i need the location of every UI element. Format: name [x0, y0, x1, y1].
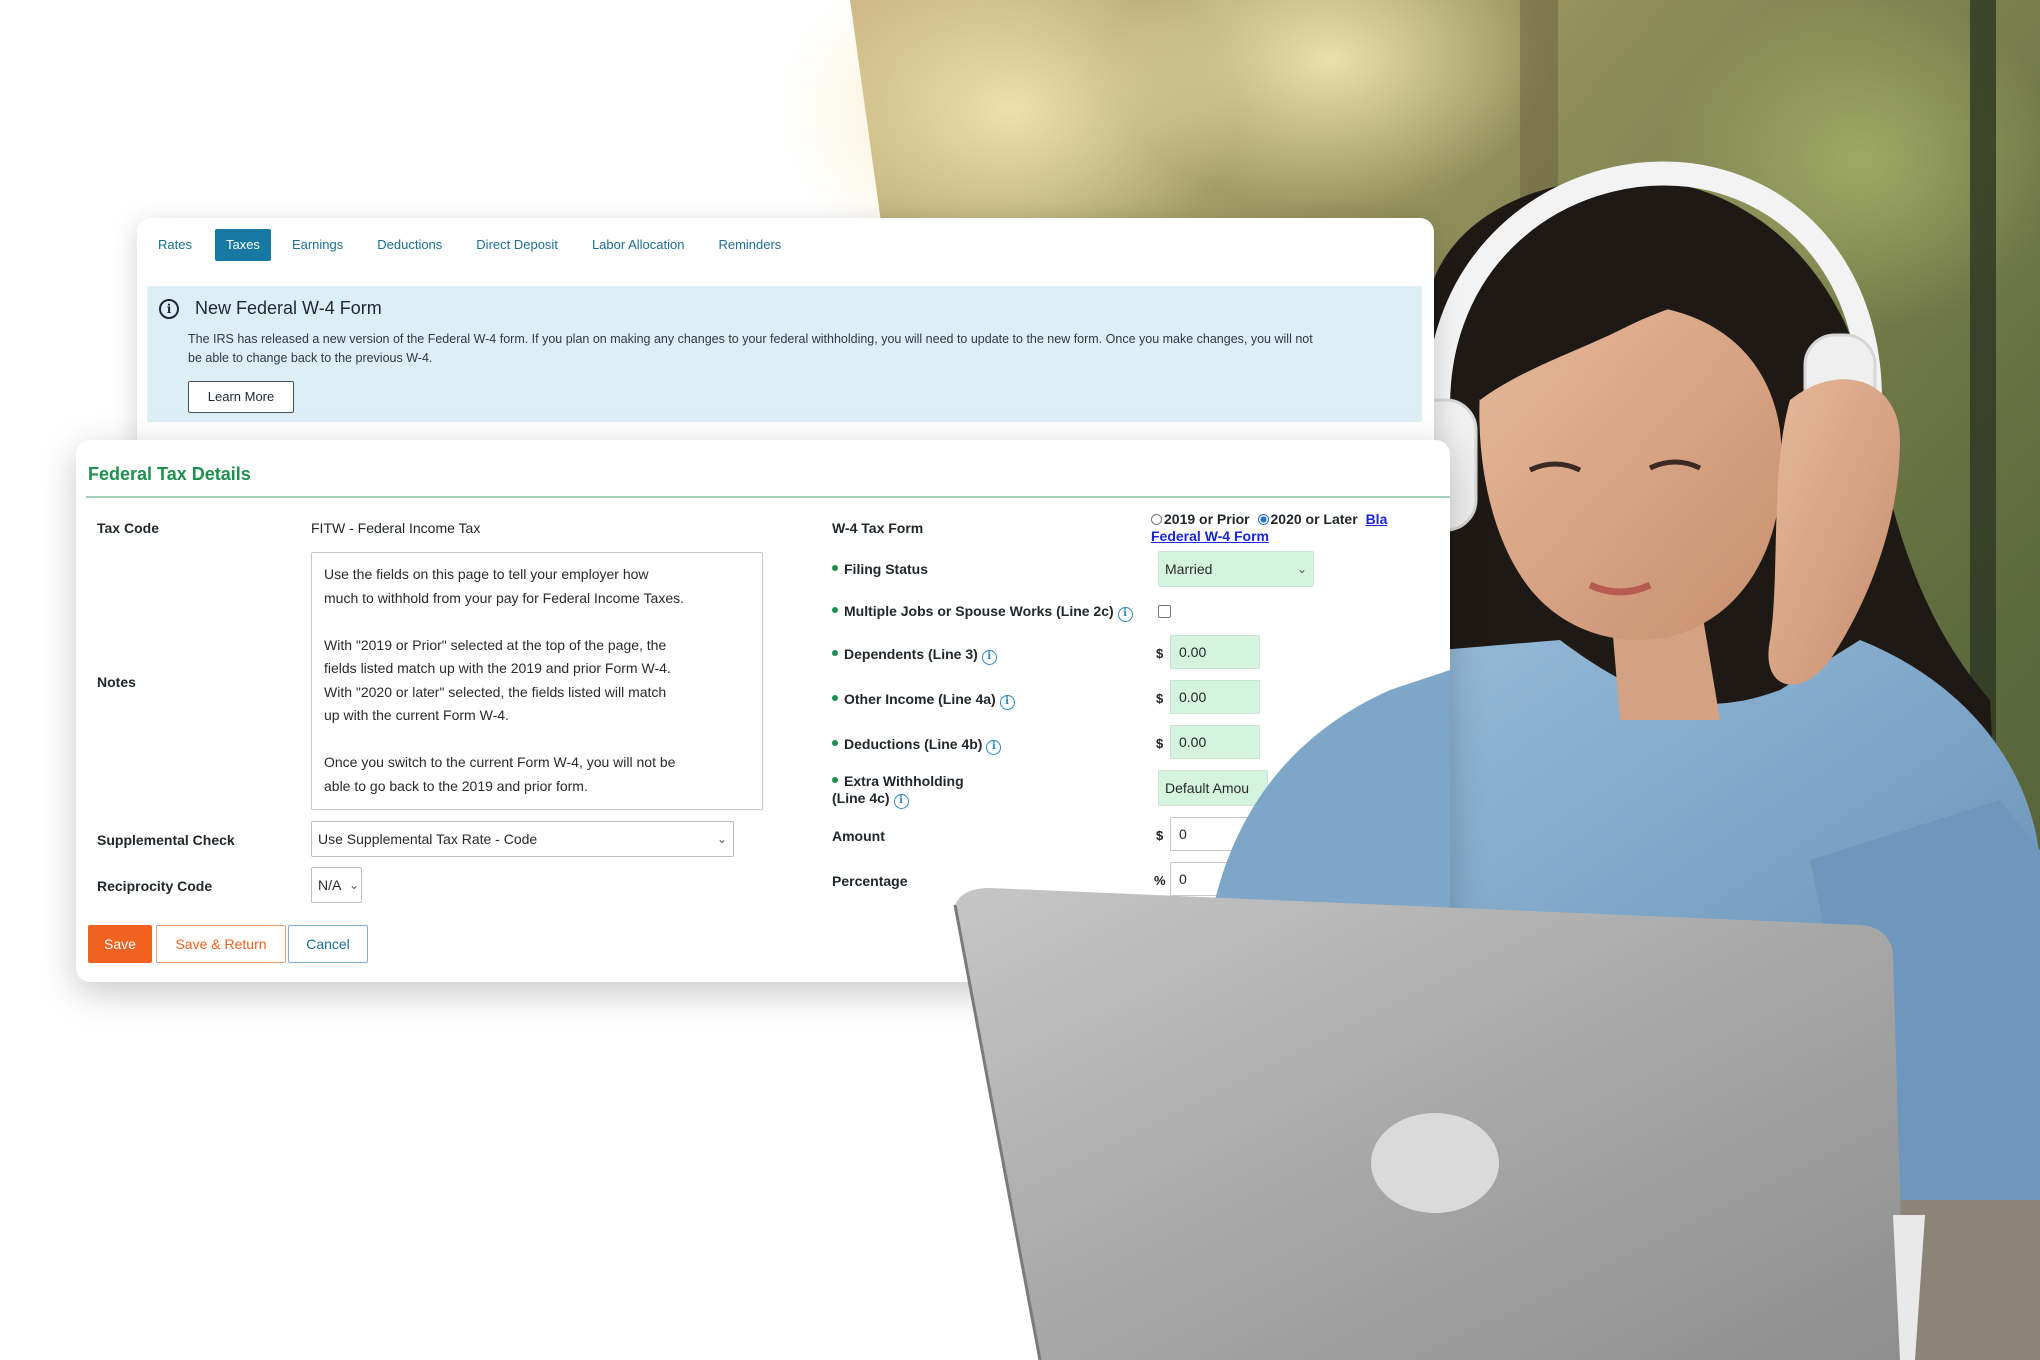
tab-earnings[interactable]: Earnings: [281, 229, 354, 261]
percentage-label: Percentage: [832, 873, 908, 889]
tab-labor-allocation[interactable]: Labor Allocation: [581, 229, 696, 261]
filing-status-label: Filing Status: [832, 561, 928, 577]
learn-more-button[interactable]: Learn More: [188, 381, 294, 413]
extra-withholding-value: Default Amou: [1165, 780, 1250, 796]
w4-notice-banner: i New Federal W-4 Form The IRS has relea…: [147, 286, 1422, 422]
dependents-label-text: Dependents (Line 3): [844, 646, 978, 662]
other-income-label: Other Income (Line 4a) i: [832, 691, 1015, 710]
radio-2020-label: 2020 or Later: [1270, 511, 1358, 527]
tabs-notice-panel: Rates Taxes Earnings Deductions Direct D…: [137, 218, 1434, 458]
federal-w4-form-link[interactable]: Federal W-4 Form: [1151, 528, 1269, 544]
filing-status-value: Married: [1165, 561, 1213, 577]
radio-2020-or-later[interactable]: [1257, 514, 1269, 525]
notes-textarea[interactable]: Use the fields on this page to tell your…: [311, 552, 763, 810]
multiple-jobs-label: Multiple Jobs or Spouse Works (Line 2c) i: [832, 603, 1133, 622]
info-icon[interactable]: i: [1117, 607, 1133, 622]
tab-rates[interactable]: Rates: [147, 229, 203, 261]
dependents-label: Dependents (Line 3) i: [832, 646, 997, 665]
w4-version-radios: 2019 or Prior 2020 or Later Bla: [1151, 511, 1387, 527]
notes-paragraph: Once you switch to the current Form W-4,…: [324, 754, 676, 794]
info-icon[interactable]: i: [986, 740, 1002, 755]
reciprocity-code-select[interactable]: N/A ⌄: [311, 867, 362, 903]
w4-tax-form-label: W-4 Tax Form: [832, 520, 924, 536]
multiple-jobs-checkbox[interactable]: [1158, 605, 1171, 618]
extra-withholding-label: Extra Withholding (Line 4c) i: [832, 773, 964, 809]
tab-taxes[interactable]: Taxes: [214, 229, 271, 261]
reciprocity-code-value: N/A: [318, 877, 342, 893]
other-income-input[interactable]: 0.00: [1170, 680, 1260, 714]
required-bullet-icon: [832, 695, 838, 701]
federal-w4-link-wrapper: Federal W-4 Form: [1151, 528, 1269, 544]
notes-label: Notes: [97, 674, 136, 690]
info-icon[interactable]: i: [981, 650, 997, 665]
extra-withholding-select[interactable]: Default Amou: [1158, 770, 1268, 806]
supplemental-check-select[interactable]: Use Supplemental Tax Rate - Code ⌄: [311, 821, 734, 857]
dependents-input[interactable]: 0.00: [1170, 635, 1260, 669]
amount-label: Amount: [832, 828, 885, 844]
required-bullet-icon: [832, 777, 838, 783]
info-icon[interactable]: i: [999, 695, 1015, 710]
tab-direct-deposit[interactable]: Direct Deposit: [465, 229, 569, 261]
required-bullet-icon: [832, 607, 838, 613]
other-income-label-text: Other Income (Line 4a): [844, 691, 996, 707]
notes-paragraph: With "2019 or Prior" selected at the top…: [324, 636, 671, 724]
filing-status-label-text: Filing Status: [844, 561, 928, 577]
tax-code-value: FITW - Federal Income Tax: [311, 520, 481, 536]
notes-paragraph: Use the fields on this page to tell your…: [324, 566, 685, 606]
section-divider: [86, 496, 1450, 498]
notice-text: The IRS has released a new version of th…: [188, 332, 1313, 365]
currency-symbol: $: [1156, 691, 1164, 706]
radio-2019-label: 2019 or Prior: [1164, 511, 1250, 527]
filing-status-select[interactable]: Married ⌄: [1158, 551, 1314, 587]
chevron-down-icon: ⌄: [716, 832, 727, 846]
save-and-return-button[interactable]: Save & Return: [156, 925, 286, 963]
chevron-down-icon: ⌄: [1296, 562, 1307, 576]
radio-2019-or-prior[interactable]: [1151, 514, 1162, 525]
required-bullet-icon: [832, 740, 838, 746]
federal-tax-details-panel: Federal Tax Details Tax Code FITW - Fede…: [76, 440, 1450, 982]
cancel-button[interactable]: Cancel: [288, 925, 368, 963]
tax-code-label: Tax Code: [97, 520, 159, 536]
deductions-label: Deductions (Line 4b) i: [832, 736, 1002, 755]
info-icon: i: [159, 299, 179, 319]
supplemental-check-value: Use Supplemental Tax Rate - Code: [318, 831, 538, 847]
info-icon[interactable]: i: [893, 794, 909, 809]
save-button[interactable]: Save: [88, 925, 152, 963]
amount-input[interactable]: 0: [1170, 817, 1260, 851]
multiple-jobs-label-text: Multiple Jobs or Spouse Works (Line 2c): [844, 603, 1114, 619]
tab-deductions[interactable]: Deductions: [366, 229, 453, 261]
deductions-input[interactable]: 0.00: [1170, 725, 1260, 759]
currency-symbol: $: [1156, 736, 1164, 751]
supplemental-check-label: Supplemental Check: [97, 832, 235, 848]
chevron-down-icon: ⌄: [348, 878, 359, 892]
blank-form-link[interactable]: Bla: [1366, 511, 1388, 527]
tab-reminders[interactable]: Reminders: [707, 229, 792, 261]
required-bullet-icon: [832, 650, 838, 656]
percent-symbol: %: [1154, 873, 1166, 888]
reciprocity-code-label: Reciprocity Code: [97, 878, 213, 894]
required-bullet-icon: [832, 565, 838, 571]
notice-title: New Federal W-4 Form: [195, 298, 382, 318]
currency-symbol: $: [1156, 828, 1164, 843]
section-title: Federal Tax Details: [88, 464, 251, 484]
deductions-label-text: Deductions (Line 4b): [844, 736, 983, 752]
employee-tabs: Rates Taxes Earnings Deductions Direct D…: [147, 229, 802, 261]
currency-symbol: $: [1156, 646, 1164, 661]
extra-withholding-label-text: Extra Withholding: [844, 773, 964, 789]
percentage-input[interactable]: 0: [1170, 862, 1260, 896]
extra-withholding-line-text: (Line 4c): [832, 790, 890, 806]
